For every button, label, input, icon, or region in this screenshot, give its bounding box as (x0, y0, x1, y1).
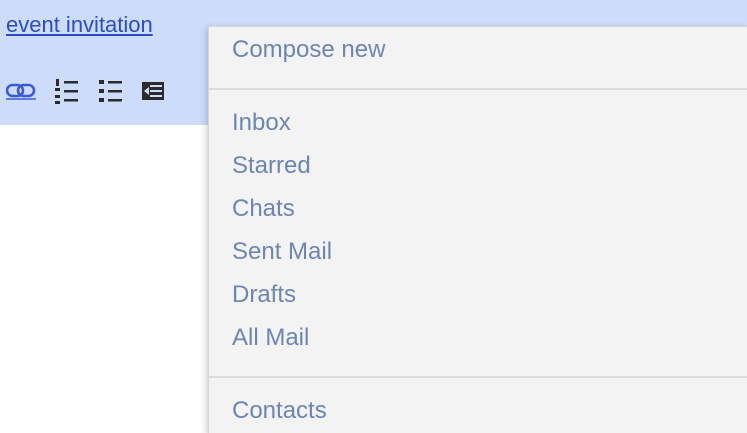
dropdown-menu: Compose new Inbox Starred Chats Sent Mai… (208, 26, 747, 433)
formatting-toolbar (6, 76, 164, 106)
numbered-list-icon[interactable] (54, 76, 80, 106)
menu-item-inbox[interactable]: Inbox (232, 108, 291, 138)
menu-item-starred[interactable]: Starred (232, 151, 311, 181)
menu-item-sent-mail[interactable]: Sent Mail (232, 237, 332, 267)
link-icon[interactable] (6, 76, 36, 106)
indent-less-icon[interactable] (142, 76, 164, 106)
bulleted-list-icon[interactable] (98, 76, 124, 106)
menu-item-contacts[interactable]: Contacts (232, 396, 327, 426)
menu-divider (209, 88, 747, 90)
menu-item-drafts[interactable]: Drafts (232, 280, 296, 310)
menu-item-chats[interactable]: Chats (232, 194, 295, 224)
menu-divider (209, 376, 747, 378)
subject-link[interactable]: event invitation (6, 12, 153, 38)
menu-item-all-mail[interactable]: All Mail (232, 323, 309, 353)
menu-item-compose-new[interactable]: Compose new (232, 35, 385, 65)
